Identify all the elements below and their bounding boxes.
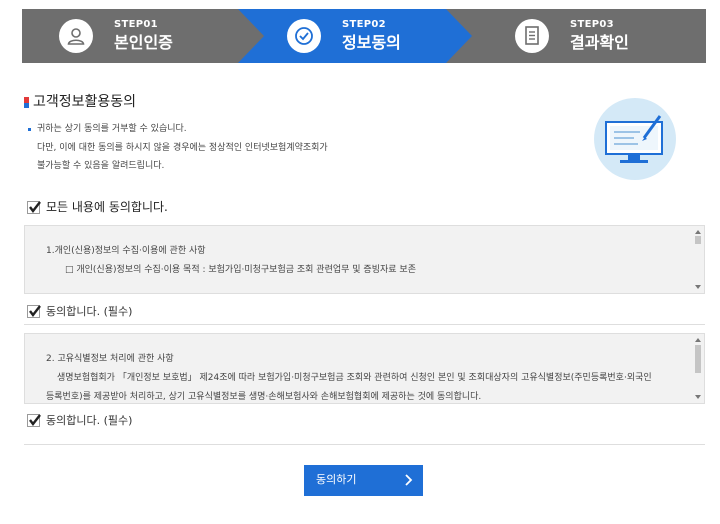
section-title: 고객정보활용동의 <box>33 94 137 110</box>
step-separator <box>472 9 500 63</box>
step-2: STEP02 정보동의 <box>342 19 401 54</box>
chevron-right-icon <box>405 474 413 486</box>
person-icon <box>59 19 93 53</box>
agree-submit-button[interactable]: 동의하기 <box>304 465 423 496</box>
scroll-down-icon[interactable] <box>695 395 701 399</box>
agreement-box-2[interactable]: 2. 고유식별정보 처리에 관한 사항 생명보험협회가 「개인정보 보호법」 제… <box>24 333 705 404</box>
agreement-line: 등록번호)를 제공받아 처리하고, 상기 고유식별정보를 생명·손해보험사와 손… <box>46 392 482 402</box>
step-number: STEP03 <box>570 19 614 30</box>
consent-checkbox-1[interactable] <box>27 305 41 318</box>
agreement-line: 2. 고유식별정보 처리에 관한 사항 <box>46 354 174 364</box>
scroll-up-icon[interactable] <box>695 338 701 342</box>
check-circle-icon <box>287 19 321 53</box>
notice-line: 귀하는 상기 동의를 거부할 수 있습니다. <box>37 124 187 134</box>
scrollbar[interactable] <box>692 226 704 293</box>
consent-label-2[interactable]: 동의합니다. (필수) <box>46 413 132 429</box>
notice-line: 다만, 이에 대한 동의를 하시지 않을 경우에는 정상적인 인터넷보험계약조회… <box>37 142 328 153</box>
step-number: STEP01 <box>114 19 158 30</box>
step-separator <box>212 9 238 63</box>
divider <box>24 324 705 325</box>
checkmark-icon <box>29 305 41 317</box>
notice-text: 귀하는 상기 동의를 거부할 수 있습니다. 다만, 이에 대한 동의를 하시지… <box>28 120 328 176</box>
scroll-up-icon[interactable] <box>695 230 701 234</box>
scroll-down-icon[interactable] <box>695 285 701 289</box>
bullet-icon <box>28 128 31 131</box>
step-label: 결과확인 <box>570 33 629 52</box>
checkmark-icon <box>29 414 41 426</box>
agree-all-checkbox[interactable] <box>27 201 41 214</box>
agreement-box-1[interactable]: 1.개인(신용)정보의 수집·이용에 관한 사항 □ 개인(신용)정보의 수집·… <box>24 225 705 294</box>
checkmark-icon <box>29 201 41 213</box>
step-label: 본인인증 <box>114 33 173 52</box>
title-marker <box>24 97 29 108</box>
scrollbar[interactable] <box>692 334 704 403</box>
agreement-line: 1.개인(신용)정보의 수집·이용에 관한 사항 <box>46 246 206 256</box>
notice-line: 불가능할 수 있음을 알려드립니다. <box>37 161 165 171</box>
submit-label: 동의하기 <box>316 474 357 486</box>
step-progress-bar: STEP01 본인인증 STEP02 정보동의 STEP03 결과확인 <box>22 9 706 63</box>
consent-checkbox-2[interactable] <box>27 414 41 427</box>
computer-illustration-icon <box>594 98 676 180</box>
consent-label-1[interactable]: 동의합니다. (필수) <box>46 304 132 320</box>
scrollbar-thumb[interactable] <box>695 236 701 244</box>
agree-all-label[interactable]: 모든 내용에 동의합니다. <box>46 199 168 215</box>
step-1: STEP01 본인인증 <box>114 19 173 54</box>
divider <box>24 444 705 445</box>
agreement-line: 생명보험협회가 「개인정보 보호법」 제24조에 따라 보험가입·미청구보험금 … <box>57 373 652 383</box>
document-icon <box>515 19 549 53</box>
step-number: STEP02 <box>342 19 386 30</box>
step-label: 정보동의 <box>342 33 401 52</box>
scrollbar-thumb[interactable] <box>695 345 701 373</box>
agreement-line: □ 개인(신용)정보의 수집·이용 목적 : 보험가입·미청구보험금 조회 관련… <box>65 265 416 275</box>
step-3: STEP03 결과확인 <box>570 19 629 54</box>
